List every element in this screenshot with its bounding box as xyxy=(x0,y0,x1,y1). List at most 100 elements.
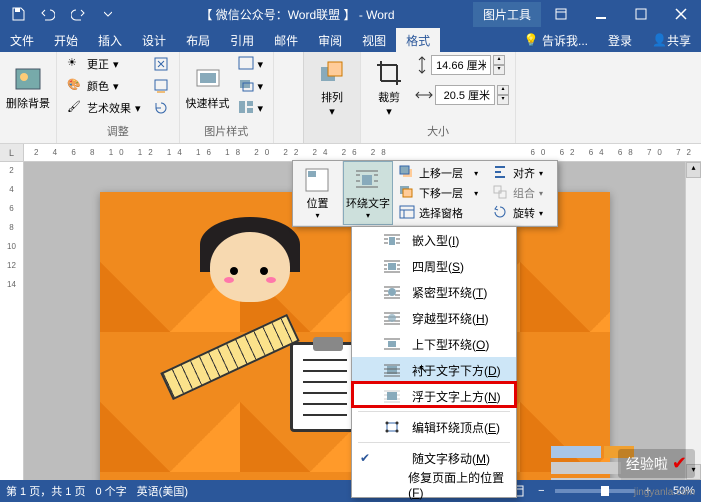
menu-through[interactable]: 穿越型环绕(H) xyxy=(352,305,516,331)
close-icon[interactable] xyxy=(661,0,701,28)
status-words[interactable]: 0 个字 xyxy=(95,483,126,499)
width-spinner[interactable]: ▴▾ xyxy=(497,85,509,105)
send-backward-button[interactable]: 下移一层 ▾ xyxy=(395,183,485,203)
vertical-ruler[interactable]: 2 4 6 8 10 12 14 xyxy=(0,162,24,480)
menu-fix-position[interactable]: 修复页面上的位置(F) xyxy=(352,471,516,497)
menu-move-with-text-label: 随文字移动(M) xyxy=(412,450,490,467)
compress-pictures-button[interactable] xyxy=(149,54,173,74)
vertical-scrollbar[interactable]: ▴ ▾ xyxy=(685,162,701,480)
menu-front-label: 浮于文字上方(N) xyxy=(412,388,501,405)
arrange-label: 排列 xyxy=(321,89,343,105)
change-picture-button[interactable] xyxy=(149,76,173,96)
menu-topbottom[interactable]: 上下型环绕(O) xyxy=(352,331,516,357)
minimize-icon[interactable] xyxy=(581,0,621,28)
reset-picture-button[interactable] xyxy=(149,98,173,118)
remove-background-button[interactable]: 删除背景 xyxy=(6,54,50,120)
scroll-track[interactable] xyxy=(686,178,701,464)
menu-behind-text[interactable]: 衬于文字下方(D)↖ xyxy=(352,357,516,383)
bring-forward-button[interactable]: 上移一层 ▾ xyxy=(395,163,485,183)
rotate-button[interactable]: 旋转▾ xyxy=(489,203,555,223)
spin-down-icon[interactable]: ▾ xyxy=(497,95,509,105)
ruler-h-track[interactable]: 2 4 6 8 10 12 14 16 18 20 22 24 26 28 60… xyxy=(24,144,701,161)
status-page[interactable]: 第 1 页，共 1 页 xyxy=(6,483,85,499)
zoom-thumb[interactable] xyxy=(601,486,609,496)
chevron-down-icon: ▾ xyxy=(315,211,319,220)
arrange-button[interactable]: 排列▾ xyxy=(310,54,354,120)
picture-effects-button[interactable]: ▾ xyxy=(234,76,268,96)
spin-up-icon[interactable]: ▴ xyxy=(493,55,505,65)
check-icon: ✔ xyxy=(360,451,372,465)
maximize-icon[interactable] xyxy=(621,0,661,28)
group-icon xyxy=(493,185,509,201)
tab-home[interactable]: 开始 xyxy=(44,28,88,52)
signin-button[interactable]: 登录 xyxy=(598,28,642,52)
ruler-v-mark: 14 xyxy=(0,280,23,289)
align-button[interactable]: 对齐▾ xyxy=(489,163,555,183)
ribbon-options-icon[interactable] xyxy=(541,0,581,28)
save-icon[interactable] xyxy=(4,1,32,27)
tab-layout[interactable]: 布局 xyxy=(176,28,220,52)
rotate-icon xyxy=(493,205,509,221)
status-language[interactable]: 英语(美国) xyxy=(137,483,188,499)
zoom-slider[interactable] xyxy=(555,489,635,493)
reset-icon xyxy=(153,100,169,116)
tab-review[interactable]: 审阅 xyxy=(308,28,352,52)
tab-file[interactable]: 文件 xyxy=(0,28,44,52)
spin-up-icon[interactable]: ▴ xyxy=(497,85,509,95)
menu-tight[interactable]: 紧密型环绕(T) xyxy=(352,279,516,305)
ruler-v-mark: 4 xyxy=(0,185,23,194)
position-button[interactable]: 位置▾ xyxy=(293,161,343,225)
group-objects-button[interactable]: 组合▾ xyxy=(489,183,555,203)
chevron-down-icon: ▾ xyxy=(474,169,478,178)
height-spinner[interactable]: ▴▾ xyxy=(493,55,505,75)
menu-separator xyxy=(358,442,510,443)
group-adjust: ☀更正▾ 🎨颜色▾ 🖌艺术效果▾ 调整 xyxy=(57,52,180,143)
bring-forward-icon xyxy=(399,165,415,181)
height-input[interactable] xyxy=(431,55,491,75)
tab-format[interactable]: 格式 xyxy=(396,28,440,52)
corrections-button[interactable]: ☀更正▾ xyxy=(63,54,145,74)
menu-square[interactable]: 四周型(S) xyxy=(352,253,516,279)
menu-edit-wrap-points[interactable]: 编辑环绕顶点(E) xyxy=(352,414,516,440)
share-button[interactable]: 👤共享 xyxy=(642,28,701,52)
rotate-label: 旋转 xyxy=(513,205,535,221)
width-input[interactable] xyxy=(435,85,495,105)
selection-pane-button[interactable]: 选择窗格 xyxy=(395,203,485,223)
crop-icon xyxy=(373,57,405,89)
menu-inline[interactable]: 嵌入型(I) xyxy=(352,227,516,253)
wrap-text-menu: 嵌入型(I) 四周型(S) 紧密型环绕(T) 穿越型环绕(H) 上下型环绕(O)… xyxy=(351,226,517,498)
menu-move-with-text[interactable]: ✔ 随文字移动(M) xyxy=(352,445,516,471)
quick-styles-button[interactable]: 快速样式 xyxy=(186,54,230,120)
tell-me[interactable]: 💡 告诉我... xyxy=(514,28,598,52)
crop-button[interactable]: 裁剪▾ xyxy=(367,54,411,120)
menu-front-text[interactable]: 浮于文字上方(N) xyxy=(352,383,516,409)
spin-down-icon[interactable]: ▾ xyxy=(493,65,505,75)
tab-references[interactable]: 引用 xyxy=(220,28,264,52)
contextual-tab-label: 图片工具 xyxy=(473,2,541,27)
qat-customize-icon[interactable] xyxy=(94,1,122,27)
width-control: ▴▾ xyxy=(415,84,509,106)
menu-through-label: 穿越型环绕(H) xyxy=(412,310,489,327)
tab-design[interactable]: 设计 xyxy=(132,28,176,52)
ruler-h-marks: 2 4 6 8 10 12 14 16 18 20 22 24 26 28 xyxy=(34,148,392,157)
undo-icon[interactable] xyxy=(34,1,62,27)
chevron-down-icon: ▾ xyxy=(329,105,335,118)
tab-mailings[interactable]: 邮件 xyxy=(264,28,308,52)
chevron-down-icon: ▾ xyxy=(539,169,543,178)
picture-border-button[interactable]: ▾ xyxy=(234,54,268,74)
tab-view[interactable]: 视图 xyxy=(352,28,396,52)
color-button[interactable]: 🎨颜色▾ xyxy=(63,76,145,96)
artistic-effects-button[interactable]: 🖌艺术效果▾ xyxy=(63,98,145,118)
tab-insert[interactable]: 插入 xyxy=(88,28,132,52)
redo-icon[interactable] xyxy=(64,1,92,27)
picture-layout-button[interactable]: ▾ xyxy=(234,98,268,118)
border-icon xyxy=(238,56,254,72)
wrap-text-button[interactable]: 环绕文字▾ xyxy=(343,161,393,225)
bulb-icon: 💡 xyxy=(524,33,539,47)
zoom-out-icon[interactable]: − xyxy=(538,485,544,497)
compress-icon xyxy=(153,56,169,72)
group-size-label: 大小 xyxy=(367,123,509,141)
layout-icon xyxy=(238,100,254,116)
scroll-up-icon[interactable]: ▴ xyxy=(686,162,701,178)
palette-icon: 🎨 xyxy=(67,78,83,94)
